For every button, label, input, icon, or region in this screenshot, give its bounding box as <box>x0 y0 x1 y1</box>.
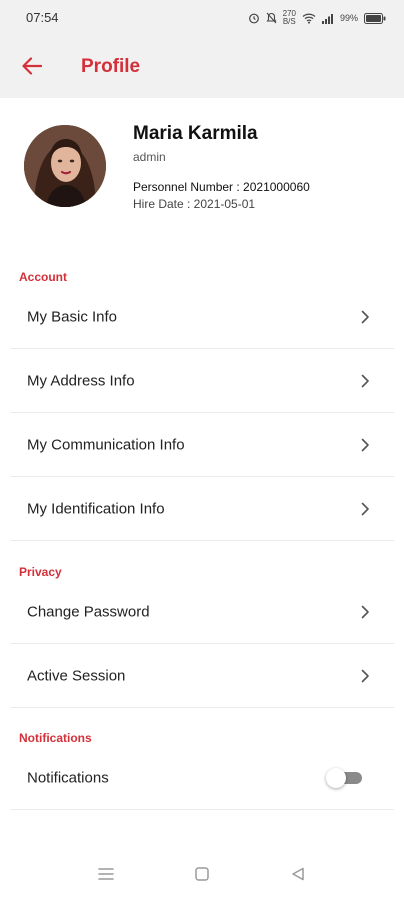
back-nav-button[interactable] <box>288 866 308 886</box>
battery-percent: 99% <box>339 13 358 23</box>
section-label-privacy: Privacy <box>19 565 62 579</box>
status-icons: 270 B/S 99% <box>248 10 386 26</box>
battery-icon <box>364 12 386 24</box>
toggle-thumb <box>326 767 346 788</box>
mute-icon <box>266 12 277 24</box>
profile-role: admin <box>133 150 166 164</box>
menu-item-label: My Address Info <box>27 372 135 389</box>
menu-item-label: My Communication Info <box>27 436 185 453</box>
menu-item-label: My Basic Info <box>27 308 118 325</box>
status-time: 07:54 <box>26 10 59 25</box>
square-icon <box>195 866 209 886</box>
menu-item-basic-info[interactable]: My Basic Info <box>10 285 394 349</box>
menu-item-identification-info[interactable]: My Identification Info <box>10 477 394 541</box>
menu-item-label: Active Session <box>27 667 126 684</box>
page-title: Profile <box>81 56 141 77</box>
chevron-right-icon <box>358 669 372 683</box>
recent-apps-button[interactable] <box>96 866 116 886</box>
avatar <box>24 125 106 207</box>
chevron-right-icon <box>358 310 372 324</box>
chevron-right-icon <box>358 438 372 452</box>
triangle-back-icon <box>291 867 305 886</box>
status-bar: 07:54 270 B/S 99% <box>0 0 404 36</box>
notifications-toggle[interactable] <box>326 767 364 788</box>
network-speed-unit: B/S <box>282 17 296 26</box>
avatar-image <box>24 125 106 207</box>
menu-item-communication-info[interactable]: My Communication Info <box>10 413 394 477</box>
signal-icon <box>321 13 334 24</box>
section-label-account: Account <box>19 270 67 284</box>
menu-item-change-password[interactable]: Change Password <box>10 580 394 644</box>
menu-item-address-info[interactable]: My Address Info <box>10 349 394 413</box>
home-button[interactable] <box>192 866 212 886</box>
personnel-number: Personnel Number : 2021000060 <box>133 180 310 194</box>
chevron-right-icon <box>358 374 372 388</box>
back-button[interactable] <box>16 52 48 84</box>
arrow-left-icon <box>22 56 43 80</box>
profile-name: Maria Karmila <box>133 123 258 144</box>
section-label-notifications: Notifications <box>19 731 92 745</box>
menu-item-active-session[interactable]: Active Session <box>10 644 394 708</box>
menu-item-label: Change Password <box>27 603 150 620</box>
app-bar: Profile <box>0 36 404 98</box>
chevron-right-icon <box>358 502 372 516</box>
network-speed: 270 B/S <box>283 10 296 26</box>
hire-date: Hire Date : 2021-05-01 <box>133 197 256 211</box>
menu-item-label: My Identification Info <box>27 500 165 517</box>
system-nav-bar <box>0 850 404 900</box>
wifi-icon <box>302 13 316 24</box>
menu-lines-icon <box>98 867 114 886</box>
alarm-icon <box>248 12 260 24</box>
chevron-right-icon <box>358 605 372 619</box>
menu-item-label: Notifications <box>27 769 109 786</box>
menu-item-notifications: Notifications <box>10 746 394 810</box>
